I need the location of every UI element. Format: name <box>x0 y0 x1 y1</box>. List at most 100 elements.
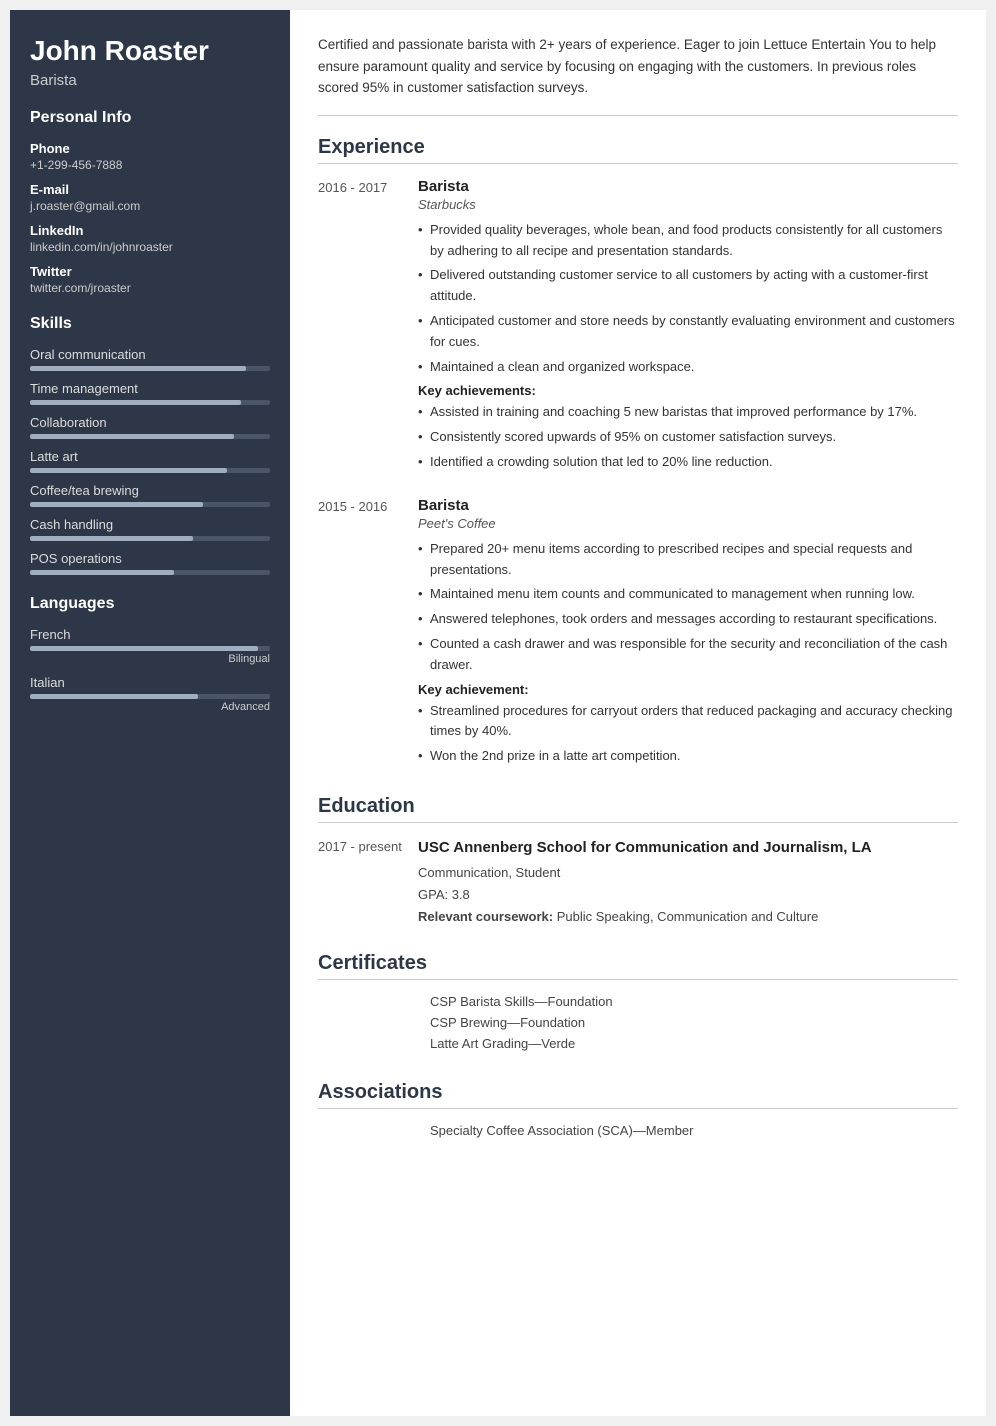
cert-item-1: CSP Brewing—Foundation <box>418 1015 958 1030</box>
sidebar: John Roaster Barista Personal Info Phone… <box>10 10 290 1416</box>
experience-section: Experience 2016 - 2017 Barista Starbucks… <box>318 136 958 771</box>
skill-label-1: Time management <box>30 381 270 396</box>
education-title: Education <box>318 795 958 823</box>
assoc-item-0: Specialty Coffee Association (SCA)—Membe… <box>418 1123 958 1138</box>
linkedin-field: LinkedIn linkedin.com/in/johnroaster <box>30 223 270 254</box>
entry-date-0: 2016 - 2017 <box>318 178 418 477</box>
bullet-1-2: Answered telephones, took orders and mes… <box>418 609 958 630</box>
phone-field: Phone +1-299-456-7888 <box>30 141 270 172</box>
experience-entry-1: 2015 - 2016 Barista Peet's Coffee Prepar… <box>318 497 958 771</box>
edu-gpa-0: GPA: 3.8 <box>418 887 470 902</box>
skill-fill-1 <box>30 400 241 405</box>
assoc-content: Specialty Coffee Association (SCA)—Membe… <box>418 1123 958 1138</box>
personal-info-title: Personal Info <box>30 109 270 127</box>
twitter-value: twitter.com/jroaster <box>30 281 270 295</box>
edu-details-0: Communication, Student GPA: 3.8 Relevant… <box>418 862 958 928</box>
french-fill <box>30 646 258 651</box>
skill-bar-2 <box>30 434 270 439</box>
achievement-0-0: Assisted in training and coaching 5 new … <box>418 402 958 423</box>
associations-entry: Specialty Coffee Association (SCA)—Membe… <box>318 1123 958 1138</box>
experience-title: Experience <box>318 136 958 164</box>
bullet-1-1: Maintained menu item counts and communic… <box>418 584 958 605</box>
skill-label-0: Oral communication <box>30 347 270 362</box>
phone-value: +1-299-456-7888 <box>30 158 270 172</box>
skill-bar-0 <box>30 366 270 371</box>
skill-bar-1 <box>30 400 270 405</box>
languages-section: Languages French Bilingual Italian Advan… <box>30 595 270 713</box>
entry-date-1: 2015 - 2016 <box>318 497 418 771</box>
entry-achievements-0: Assisted in training and coaching 5 new … <box>418 402 958 472</box>
email-value: j.roaster@gmail.com <box>30 199 270 213</box>
entry-jobtitle-0: Barista <box>418 178 958 195</box>
summary-text: Certified and passionate barista with 2+… <box>318 34 958 116</box>
linkedin-label: LinkedIn <box>30 223 270 238</box>
skill-latte-art: Latte art <box>30 449 270 473</box>
twitter-field: Twitter twitter.com/jroaster <box>30 264 270 295</box>
cert-date-placeholder <box>318 994 418 1057</box>
entry-content-1: Barista Peet's Coffee Prepared 20+ menu … <box>418 497 958 771</box>
achievement-1-0: Streamlined procedures for carryout orde… <box>418 701 958 743</box>
language-italian: Italian Advanced <box>30 675 270 713</box>
skill-time-management: Time management <box>30 381 270 405</box>
edu-coursework-label: Relevant coursework: <box>418 909 553 924</box>
cert-item-0: CSP Barista Skills—Foundation <box>418 994 958 1009</box>
skill-label-5: Cash handling <box>30 517 270 532</box>
resume-container: John Roaster Barista Personal Info Phone… <box>10 10 986 1416</box>
skill-collaboration: Collaboration <box>30 415 270 439</box>
french-bar <box>30 646 270 651</box>
entry-content-0: Barista Starbucks Provided quality bever… <box>418 178 958 477</box>
edu-degree-0: USC Annenberg School for Communication a… <box>418 837 958 858</box>
skill-fill-2 <box>30 434 234 439</box>
bullet-0-2: Anticipated customer and store needs by … <box>418 311 958 353</box>
skill-label-4: Coffee/tea brewing <box>30 483 270 498</box>
skill-fill-0 <box>30 366 246 371</box>
email-label: E-mail <box>30 182 270 197</box>
entry-company-0: Starbucks <box>418 197 958 212</box>
assoc-date-placeholder <box>318 1123 418 1138</box>
achievement-0-1: Consistently scored upwards of 95% on cu… <box>418 427 958 448</box>
edu-coursework-0: Public Speaking, Communication and Cultu… <box>557 909 819 924</box>
associations-title: Associations <box>318 1081 958 1109</box>
bullet-0-0: Provided quality beverages, whole bean, … <box>418 220 958 262</box>
skill-coffee-brewing: Coffee/tea brewing <box>30 483 270 507</box>
entry-jobtitle-1: Barista <box>418 497 958 514</box>
bullet-0-3: Maintained a clean and organized workspa… <box>418 357 958 378</box>
language-french: French Bilingual <box>30 627 270 665</box>
italian-level: Advanced <box>30 701 270 713</box>
main-content: Certified and passionate barista with 2+… <box>290 10 986 1416</box>
bullet-0-1: Delivered outstanding customer service t… <box>418 265 958 307</box>
education-section: Education 2017 - present USC Annenberg S… <box>318 795 958 928</box>
skill-fill-4 <box>30 502 203 507</box>
associations-section: Associations Specialty Coffee Associatio… <box>318 1081 958 1138</box>
languages-title: Languages <box>30 595 270 613</box>
entry-bullets-1: Prepared 20+ menu items according to pre… <box>418 539 958 676</box>
skill-fill-3 <box>30 468 227 473</box>
phone-label: Phone <box>30 141 270 156</box>
skill-label-3: Latte art <box>30 449 270 464</box>
email-field: E-mail j.roaster@gmail.com <box>30 182 270 213</box>
french-level: Bilingual <box>30 653 270 665</box>
bullet-1-0: Prepared 20+ menu items according to pre… <box>418 539 958 581</box>
achievements-label-1: Key achievement: <box>418 682 958 697</box>
skills-section: Skills Oral communication Time managemen… <box>30 315 270 575</box>
certificates-title: Certificates <box>318 952 958 980</box>
achievements-label-0: Key achievements: <box>418 383 958 398</box>
cert-content: CSP Barista Skills—Foundation CSP Brewin… <box>418 994 958 1057</box>
entry-company-1: Peet's Coffee <box>418 516 958 531</box>
bullet-1-3: Counted a cash drawer and was responsibl… <box>418 634 958 676</box>
edu-date-0: 2017 - present <box>318 837 418 928</box>
entry-achievements-1: Streamlined procedures for carryout orde… <box>418 701 958 767</box>
italian-label: Italian <box>30 675 270 690</box>
edu-field-0: Communication, Student <box>418 865 560 880</box>
skill-pos-operations: POS operations <box>30 551 270 575</box>
edu-content-0: USC Annenberg School for Communication a… <box>418 837 958 928</box>
candidate-title: Barista <box>30 72 270 89</box>
achievement-1-1: Won the 2nd prize in a latte art competi… <box>418 746 958 767</box>
personal-info-section: Personal Info Phone +1-299-456-7888 E-ma… <box>30 109 270 295</box>
skill-bar-5 <box>30 536 270 541</box>
skill-cash-handling: Cash handling <box>30 517 270 541</box>
certificates-section: Certificates CSP Barista Skills—Foundati… <box>318 952 958 1057</box>
education-entry-0: 2017 - present USC Annenberg School for … <box>318 837 958 928</box>
skills-title: Skills <box>30 315 270 333</box>
experience-entry-0: 2016 - 2017 Barista Starbucks Provided q… <box>318 178 958 477</box>
